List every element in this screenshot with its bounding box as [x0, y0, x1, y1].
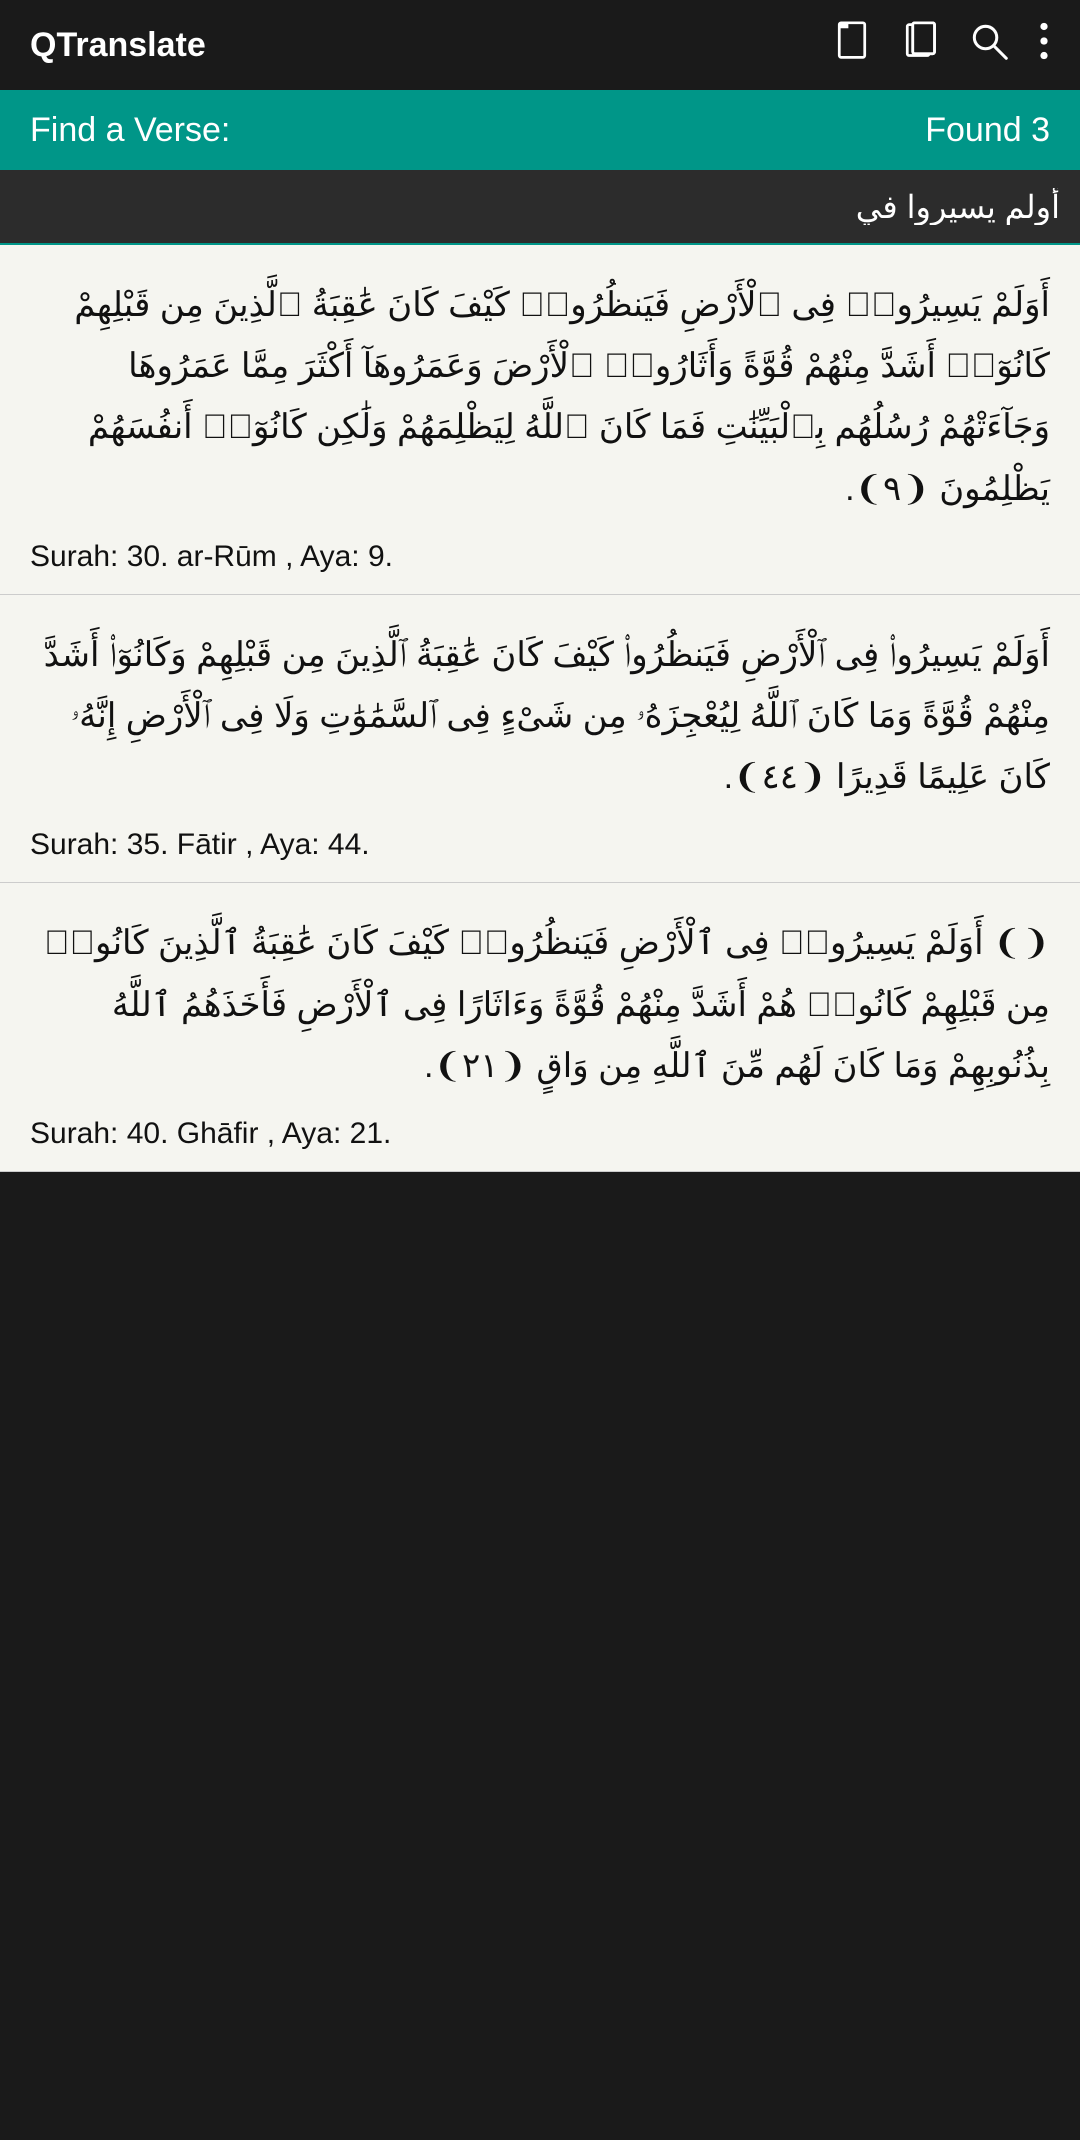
verse-text-3: ❨❩ أَوَلَمْ يَسِيرُوا۟ فِى ٱلْأَرْضِ فَي…	[30, 913, 1050, 1097]
more-vertical-icon[interactable]	[1038, 21, 1050, 70]
verse-ref-2: Surah: 35. Fātir , Aya: 44.	[30, 828, 1050, 862]
search-icon[interactable]	[970, 22, 1008, 69]
search-input[interactable]	[20, 188, 1060, 225]
find-bar: Find a Verse: Found 3	[0, 90, 1080, 170]
app-title: QTranslate	[30, 26, 206, 65]
verse-ref-1: Surah: 30. ar-Rūm , Aya: 9.	[30, 540, 1050, 574]
bookmark-icon[interactable]	[834, 21, 870, 70]
verse-text-2: أَوَلَمْ يَسِيرُوا۟ فِى ٱلْأَرْضِ فَيَنظ…	[30, 625, 1050, 809]
find-label: Find a Verse:	[30, 111, 230, 150]
bookmarks-icon[interactable]	[900, 21, 940, 70]
app-bar: QTranslate	[0, 0, 1080, 90]
verse-ref-3: Surah: 40. Ghāfir , Aya: 21.	[30, 1117, 1050, 1151]
verse-card-1: أَوَلَمْ يَسِيرُوا۟ فِى ٱلْأَرْضِ فَيَنظ…	[0, 245, 1080, 595]
verse-text-1: أَوَلَمْ يَسِيرُوا۟ فِى ٱلْأَرْضِ فَيَنظ…	[30, 275, 1050, 520]
verse-card-2: أَوَلَمْ يَسِيرُوا۟ فِى ٱلْأَرْضِ فَيَنظ…	[0, 595, 1080, 884]
footer-area	[0, 1172, 1080, 1472]
search-bar[interactable]	[0, 170, 1080, 245]
verse-card-3: ❨❩ أَوَلَمْ يَسِيرُوا۟ فِى ٱلْأَرْضِ فَي…	[0, 883, 1080, 1172]
found-count: Found 3	[925, 111, 1050, 150]
app-bar-icons	[834, 21, 1050, 70]
